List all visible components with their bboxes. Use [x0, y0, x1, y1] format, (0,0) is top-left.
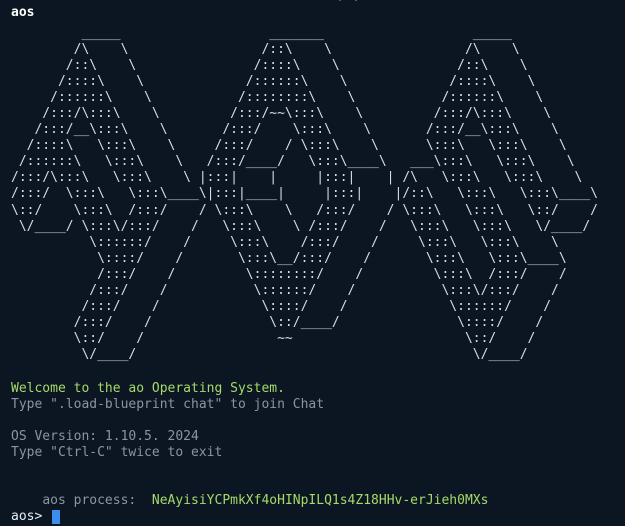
- process-line: aos process: NeAyisiYCPmkXf4oHINpILQ1s4Z…: [11, 477, 488, 525]
- process-label: aos process:: [42, 493, 137, 508]
- exit-hint: Type "Ctrl-C" twice to exit: [11, 445, 223, 460]
- process-id[interactable]: NeAyisiYCPmkXf4oHINpILQ1s4Z18HHv-erJieh0…: [152, 493, 489, 508]
- os-version: OS Version: 1.10.5. 2024: [11, 429, 199, 444]
- join-chat-hint: Type ".load-blueprint chat" to join Chat: [11, 397, 325, 412]
- welcome-message: Welcome to the ao Operating System.: [11, 381, 285, 396]
- prompt-label: aos>: [11, 509, 43, 524]
- text-cursor: [52, 510, 61, 524]
- command-prompt[interactable]: aos>: [11, 509, 61, 525]
- terminal-window[interactable]: ` ) , aos _____ _______ _____ /\ \ /::\ …: [0, 0, 625, 526]
- ao-ascii-art-logo: _____ _______ _____ /\ \ /::\ \ /\ \ /::…: [11, 26, 598, 362]
- terminal-title: aos: [11, 5, 35, 20]
- clipped-previous-output: ` ) ,: [165, 0, 361, 4]
